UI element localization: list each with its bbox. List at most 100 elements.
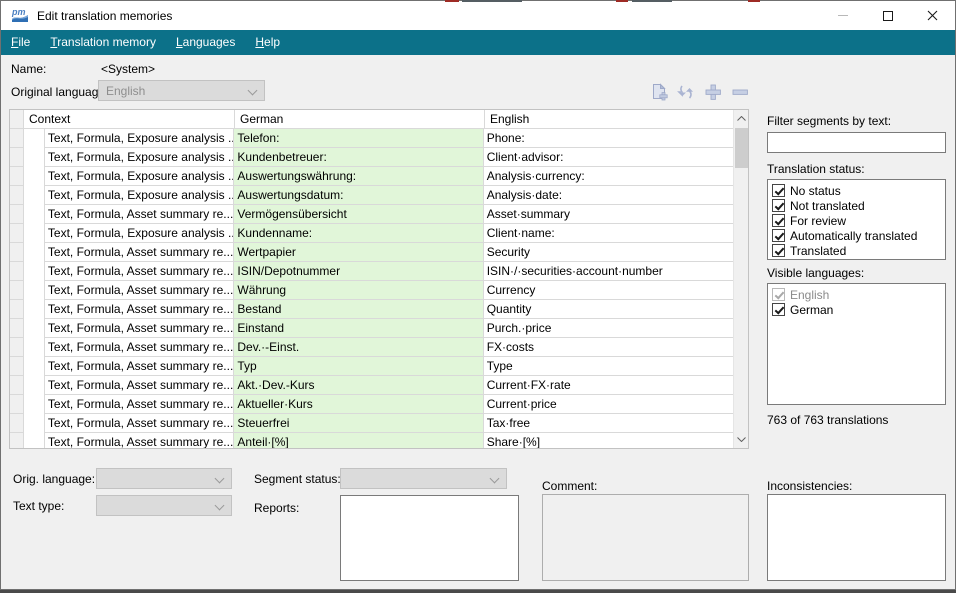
english-cell[interactable]: Type xyxy=(484,357,733,376)
row-header-cell[interactable] xyxy=(10,205,24,224)
close-button[interactable] xyxy=(910,1,955,30)
table-row[interactable]: Text, Formula, Asset summary re... Aktue… xyxy=(10,395,733,414)
context-cell[interactable]: Text, Formula, Exposure analysis ... xyxy=(45,224,234,243)
english-cell[interactable]: Share·[%] xyxy=(484,433,733,448)
table-row[interactable]: Text, Formula, Exposure analysis ... Aus… xyxy=(10,167,733,186)
menu-item[interactable]: File xyxy=(1,30,40,55)
row-header-cell[interactable] xyxy=(10,338,24,357)
table-row[interactable]: Text, Formula, Exposure analysis ... Kun… xyxy=(10,224,733,243)
scroll-down-button[interactable] xyxy=(734,431,749,448)
context-cell[interactable]: Text, Formula, Exposure analysis ... xyxy=(45,167,234,186)
english-cell[interactable]: Analysis·date: xyxy=(484,186,733,205)
table-row[interactable]: Text, Formula, Asset summary re... Akt.·… xyxy=(10,376,733,395)
context-cell[interactable]: Text, Formula, Asset summary re... xyxy=(45,319,234,338)
english-cell[interactable]: Client·advisor: xyxy=(484,148,733,167)
menu-item[interactable]: Translation memory xyxy=(40,30,166,55)
context-cell[interactable]: Text, Formula, Asset summary re... xyxy=(45,243,234,262)
row-header-cell[interactable] xyxy=(10,186,24,205)
row-header-cell[interactable] xyxy=(10,300,24,319)
context-cell[interactable]: Text, Formula, Asset summary re... xyxy=(45,395,234,414)
english-cell[interactable]: Current·FX·rate xyxy=(484,376,733,395)
german-cell[interactable]: Kundenbetreuer: xyxy=(234,148,483,167)
context-cell[interactable]: Text, Formula, Asset summary re... xyxy=(45,262,234,281)
table-row[interactable]: Text, Formula, Asset summary re... Steue… xyxy=(10,414,733,433)
row-header-cell[interactable] xyxy=(10,262,24,281)
row-header-cell[interactable] xyxy=(10,357,24,376)
row-header-cell[interactable] xyxy=(10,319,24,338)
row-header-cell[interactable] xyxy=(10,376,24,395)
filter-input[interactable] xyxy=(767,132,946,153)
table-row[interactable]: Text, Formula, Asset summary re... ISIN/… xyxy=(10,262,733,281)
menu-item[interactable]: Help xyxy=(245,30,290,55)
status-checkbox-item[interactable]: Translated xyxy=(772,243,945,258)
german-cell[interactable]: Typ xyxy=(234,357,483,376)
german-cell[interactable]: Dev.·-Einst. xyxy=(234,338,483,357)
menu-item[interactable]: Languages xyxy=(166,30,245,55)
reports-list[interactable] xyxy=(340,495,519,581)
german-cell[interactable]: Akt.·Dev.-Kurs xyxy=(234,376,483,395)
table-row[interactable]: Text, Formula, Asset summary re... Vermö… xyxy=(10,205,733,224)
english-cell[interactable]: Security xyxy=(484,243,733,262)
english-cell[interactable]: Client·name: xyxy=(484,224,733,243)
column-header-context[interactable]: Context xyxy=(24,110,235,128)
german-cell[interactable]: Einstand xyxy=(234,319,483,338)
row-header-cell[interactable] xyxy=(10,414,24,433)
context-cell[interactable]: Text, Formula, Asset summary re... xyxy=(45,205,234,224)
table-row[interactable]: Text, Formula, Asset summary re... Besta… xyxy=(10,300,733,319)
row-header-cell[interactable] xyxy=(10,129,24,148)
english-cell[interactable]: Asset·summary xyxy=(484,205,733,224)
status-checkbox-item[interactable]: For review xyxy=(772,213,945,228)
german-cell[interactable]: Auswertungswährung: xyxy=(234,167,483,186)
context-cell[interactable]: Text, Formula, Asset summary re... xyxy=(45,300,234,319)
german-cell[interactable]: Bestand xyxy=(234,300,483,319)
english-cell[interactable]: Purch.·price xyxy=(484,319,733,338)
column-header-german[interactable]: German xyxy=(235,110,485,128)
row-header-cell[interactable] xyxy=(10,433,24,448)
german-cell[interactable]: Vermögensübersicht xyxy=(234,205,483,224)
context-cell[interactable]: Text, Formula, Asset summary re... xyxy=(45,281,234,300)
row-header-cell[interactable] xyxy=(10,224,24,243)
table-row[interactable]: Text, Formula, Asset summary re... Typ T… xyxy=(10,357,733,376)
german-cell[interactable]: Auswertungsdatum: xyxy=(234,186,483,205)
column-header-english[interactable]: English xyxy=(485,110,735,128)
row-header-cell[interactable] xyxy=(10,281,24,300)
german-cell[interactable]: Kundenname: xyxy=(234,224,483,243)
german-cell[interactable]: Steuerfrei xyxy=(234,414,483,433)
row-header-cell[interactable] xyxy=(10,167,24,186)
inconsistencies-box[interactable] xyxy=(767,494,946,581)
table-row[interactable]: Text, Formula, Asset summary re... Wertp… xyxy=(10,243,733,262)
english-cell[interactable]: Currency xyxy=(484,281,733,300)
english-cell[interactable]: Analysis·currency: xyxy=(484,167,733,186)
german-cell[interactable]: Aktueller·Kurs xyxy=(234,395,483,414)
english-cell[interactable]: Quantity xyxy=(484,300,733,319)
german-cell[interactable]: Telefon: xyxy=(234,129,483,148)
row-header-cell[interactable] xyxy=(10,395,24,414)
context-cell[interactable]: Text, Formula, Asset summary re... xyxy=(45,376,234,395)
english-cell[interactable]: Tax·free xyxy=(484,414,733,433)
context-cell[interactable]: Text, Formula, Asset summary re... xyxy=(45,338,234,357)
maximize-button[interactable] xyxy=(865,1,910,30)
german-cell[interactable]: Währung xyxy=(234,281,483,300)
german-cell[interactable]: Wertpapier xyxy=(234,243,483,262)
status-checkbox-item[interactable]: No status xyxy=(772,183,945,198)
status-checkbox-item[interactable]: Automatically translated xyxy=(772,228,945,243)
row-header-cell[interactable] xyxy=(10,243,24,262)
row-header-cell[interactable] xyxy=(10,148,24,167)
language-checkbox-item[interactable]: German xyxy=(772,302,945,317)
table-row[interactable]: Text, Formula, Asset summary re... Währu… xyxy=(10,281,733,300)
table-row[interactable]: Text, Formula, Exposure analysis ... Kun… xyxy=(10,148,733,167)
table-row[interactable]: Text, Formula, Asset summary re... Einst… xyxy=(10,319,733,338)
context-cell[interactable]: Text, Formula, Asset summary re... xyxy=(45,433,234,448)
german-cell[interactable]: ISIN/Depotnummer xyxy=(234,262,483,281)
context-cell[interactable]: Text, Formula, Asset summary re... xyxy=(45,414,234,433)
table-row[interactable]: Text, Formula, Exposure analysis ... Tel… xyxy=(10,129,733,148)
context-cell[interactable]: Text, Formula, Exposure analysis ... xyxy=(45,186,234,205)
scroll-up-button[interactable] xyxy=(734,110,749,127)
context-cell[interactable]: Text, Formula, Asset summary re... xyxy=(45,357,234,376)
table-row[interactable]: Text, Formula, Exposure analysis ... Aus… xyxy=(10,186,733,205)
table-row[interactable]: Text, Formula, Asset summary re... Dev.·… xyxy=(10,338,733,357)
context-cell[interactable]: Text, Formula, Exposure analysis ... xyxy=(45,148,234,167)
english-cell[interactable]: Phone: xyxy=(484,129,733,148)
language-checkbox-item[interactable]: English xyxy=(772,287,945,302)
english-cell[interactable]: Current·price xyxy=(484,395,733,414)
